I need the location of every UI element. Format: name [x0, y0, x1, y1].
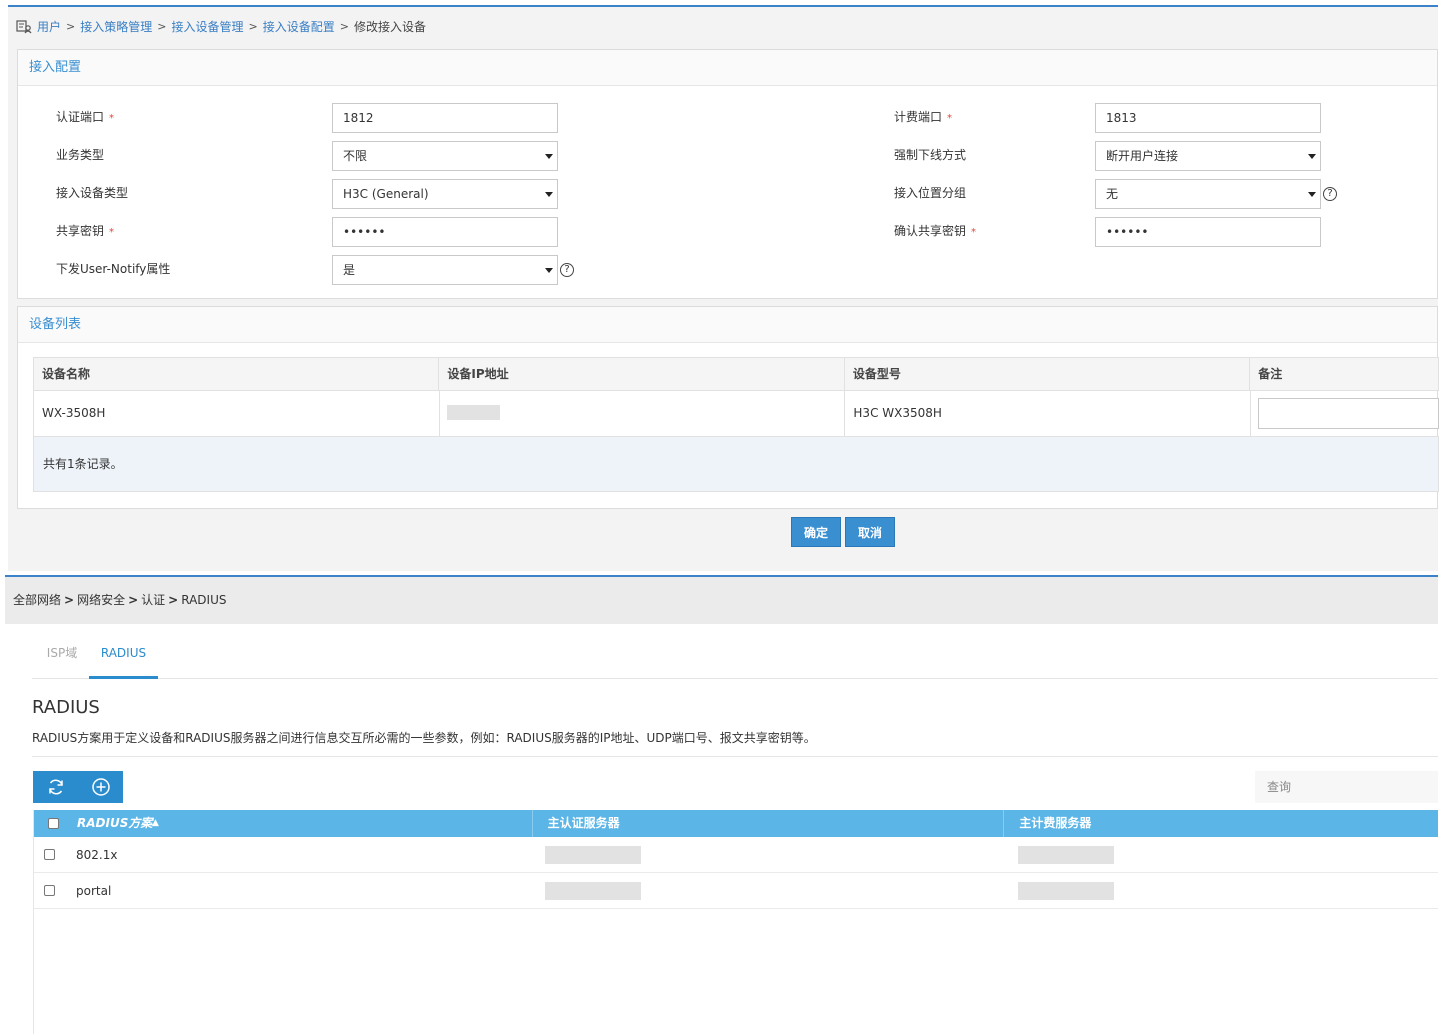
table-row[interactable]: 802.1x [34, 837, 1438, 873]
user-notify-select[interactable]: 是 [332, 255, 558, 285]
acct-port-label: 计费端口 * [894, 110, 953, 124]
breadcrumb-link-access-device-mgmt[interactable]: 接入设备管理 [171, 17, 243, 37]
page-title: RADIUS [32, 697, 100, 718]
column-header-device-model[interactable]: 设备型号 [845, 358, 1251, 390]
help-icon[interactable]: ? [1323, 187, 1337, 201]
location-group-label: 接入位置分组 [894, 186, 967, 200]
column-header-label: 主计费服务器 [1019, 816, 1092, 830]
access-config-section: 接入配置 认证端口 * 1812 计费端口 * 1813 业务类型 不限 强制下线方… [17, 49, 1438, 299]
column-header-label: 主认证服务器 [547, 816, 620, 830]
column-header-remark[interactable]: 备注 [1250, 358, 1438, 390]
breadcrumb-separator: > [157, 20, 167, 33]
column-header-primary-acct-server[interactable]: 主计费服务器 [1004, 810, 1438, 837]
breadcrumb-separator: > [64, 593, 75, 607]
tab-radius[interactable]: RADIUS [89, 633, 158, 679]
remark-cell [1251, 391, 1440, 436]
service-type-select[interactable]: 不限 [332, 141, 558, 171]
acct-port-input[interactable]: 1813 [1095, 103, 1321, 133]
section-title: 设备列表 [18, 307, 1437, 343]
section-title: 接入配置 [18, 50, 1437, 86]
toolbar [33, 771, 123, 803]
breadcrumb-separator: > [66, 20, 76, 33]
table-row[interactable]: portal [34, 873, 1438, 909]
required-mark: * [971, 227, 977, 238]
ok-button[interactable]: 确定 [791, 517, 842, 547]
breadcrumb-link-all-network[interactable]: 全部网络 [13, 577, 61, 624]
shared-key-label: 共享密钥 * [56, 224, 115, 238]
radius-scheme-name[interactable]: 802.1x [76, 837, 117, 873]
page-description: RADIUS方案用于定义设备和RADIUS服务器之间进行信息交互所必需的一些参数… [32, 729, 1438, 757]
record-count: 共有1条记录。 [33, 437, 1439, 492]
breadcrumb-current: 修改接入设备 [353, 20, 426, 34]
force-offline-select[interactable]: 断开用户连接 [1095, 141, 1321, 171]
redacted-auth-server [545, 882, 641, 900]
required-mark: * [109, 113, 115, 124]
breadcrumb-link-access-policy[interactable]: 接入策略管理 [80, 17, 152, 37]
breadcrumb-link-network-security[interactable]: 网络安全 [77, 577, 125, 624]
required-mark: * [947, 113, 953, 124]
cancel-button[interactable]: 取消 [845, 517, 896, 547]
redacted-acct-server [1018, 846, 1114, 864]
redacted-ip [446, 405, 500, 420]
device-list-section: 设备列表 设备名称 设备IP地址 设备型号 备注 WX-3508H H3C WX… [17, 306, 1440, 509]
service-type-label: 业务类型 [56, 148, 105, 162]
device-ip-cell [440, 391, 846, 436]
force-offline-label: 强制下线方式 [894, 148, 967, 162]
redacted-acct-server [1018, 882, 1114, 900]
breadcrumb: 全部网络 > 网络安全 > 认证 > RADIUS [5, 577, 1438, 624]
breadcrumb-separator: > [168, 593, 179, 607]
breadcrumb-separator: > [248, 20, 258, 33]
radius-scheme-name[interactable]: portal [76, 873, 111, 909]
column-header-device-name[interactable]: 设备名称 [34, 358, 440, 390]
radius-page: 全部网络 > 网络安全 > 认证 > RADIUS ISP域 RADIUS RA… [5, 575, 1438, 1034]
auth-port-input[interactable]: 1812 [332, 103, 558, 133]
breadcrumb-separator: > [339, 20, 349, 33]
row-checkbox[interactable] [44, 849, 55, 860]
radius-table: RADIUS方案 ▲ 主认证服务器 主计费服务器 802.1x portal [33, 810, 1438, 1034]
confirm-key-input[interactable]: •••••• [1095, 217, 1321, 247]
row-checkbox[interactable] [44, 885, 55, 896]
required-mark: * [109, 227, 115, 238]
table-header: RADIUS方案 ▲ 主认证服务器 主计费服务器 [34, 810, 1438, 837]
modify-device-panel: 用户 > 接入策略管理 > 接入设备管理 > 接入设备配置 > 修改接入设备 接… [8, 5, 1440, 571]
user-config-icon [16, 20, 32, 34]
redacted-auth-server [545, 846, 641, 864]
device-type-select[interactable]: H3C (General) [332, 179, 558, 209]
column-header-primary-auth-server[interactable]: 主认证服务器 [533, 810, 1005, 837]
location-group-select[interactable]: 无 [1095, 179, 1321, 209]
add-circle-icon[interactable] [78, 771, 123, 803]
remark-input[interactable] [1258, 398, 1440, 429]
breadcrumb-link-users[interactable]: 用户 [37, 17, 61, 37]
sort-asc-icon[interactable]: ▲ [152, 810, 159, 837]
breadcrumb: 用户 > 接入策略管理 > 接入设备管理 > 接入设备配置 > 修改接入设备 [16, 17, 426, 37]
confirm-key-label: 确认共享密钥 * [894, 224, 977, 238]
table-header: 设备名称 设备IP地址 设备型号 备注 [33, 357, 1439, 391]
search-input[interactable]: 查询 [1255, 771, 1438, 803]
shared-key-input[interactable]: •••••• [332, 217, 558, 247]
device-name-cell: WX-3508H [34, 391, 440, 436]
breadcrumb-link-access-device-config[interactable]: 接入设备配置 [263, 17, 335, 37]
auth-port-label: 认证端口 * [56, 110, 115, 124]
tab-isp-domain[interactable]: ISP域 [42, 633, 82, 679]
column-header-radius-scheme[interactable]: RADIUS方案 ▲ [34, 810, 533, 837]
help-icon[interactable]: ? [560, 263, 574, 277]
column-header-device-ip[interactable]: 设备IP地址 [439, 358, 845, 390]
column-header-label: RADIUS方案 [77, 816, 153, 830]
refresh-icon[interactable] [33, 771, 78, 803]
device-type-label: 接入设备类型 [56, 186, 129, 200]
breadcrumb-link-auth[interactable]: 认证 [141, 577, 165, 624]
device-model-cell: H3C WX3508H [845, 391, 1252, 436]
user-notify-label: 下发User-Notify属性 [56, 262, 171, 276]
device-table: 设备名称 设备IP地址 设备型号 备注 WX-3508H H3C WX3508H… [33, 357, 1440, 492]
select-all-checkbox[interactable] [48, 818, 59, 829]
breadcrumb-current: RADIUS [181, 593, 227, 607]
table-row: WX-3508H H3C WX3508H [33, 391, 1440, 437]
breadcrumb-separator: > [128, 593, 139, 607]
tab-bar: ISP域 RADIUS [32, 633, 1438, 679]
